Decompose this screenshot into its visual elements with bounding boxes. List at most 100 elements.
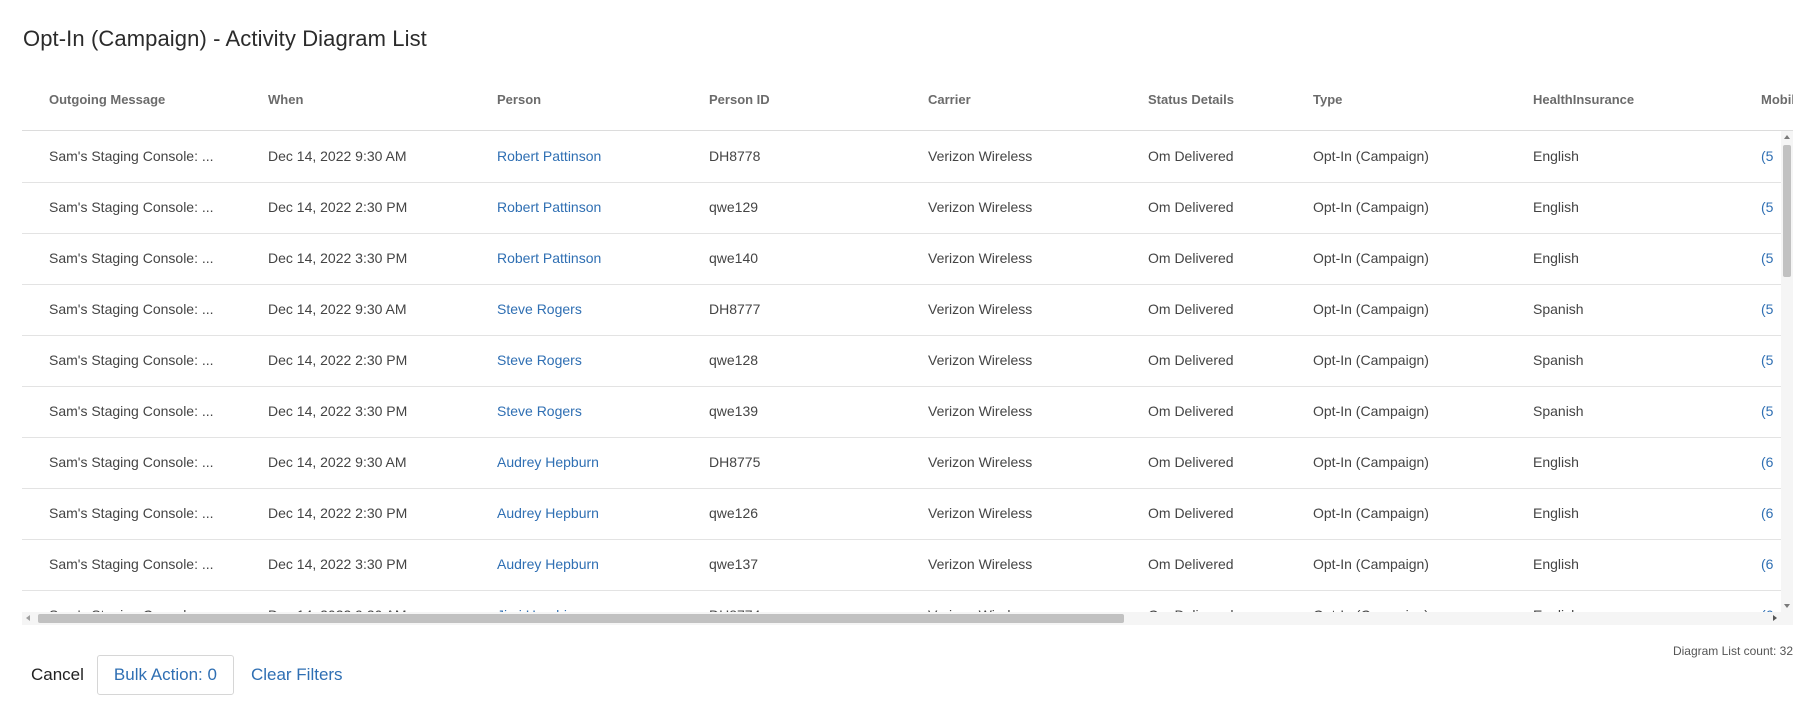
column-header-type[interactable]: Type: [1313, 78, 1513, 130]
cell-when: Dec 14, 2022 9:30 AM: [268, 148, 407, 164]
cell-type: Opt-In (Campaign): [1313, 403, 1429, 419]
cell-status-details: Om Delivered: [1148, 148, 1234, 164]
cell-person-link[interactable]: Audrey Hepburn: [497, 539, 697, 590]
footer-actions: Cancel Bulk Action: 0 Clear Filters: [31, 655, 343, 695]
table-row: Sam's Staging Console: ... Dec 14, 2022 …: [22, 335, 1781, 387]
cell-type: Opt-In (Campaign): [1313, 590, 1513, 612]
vertical-scrollbar[interactable]: [1781, 131, 1793, 612]
column-header-outgoing-message[interactable]: Outgoing Message: [49, 78, 239, 130]
cell-outgoing-message: Sam's Staging Console: ...: [49, 590, 239, 612]
cell-carrier: Verizon Wireless: [928, 301, 1033, 317]
bulk-action-button[interactable]: Bulk Action: 0: [96, 655, 234, 695]
cell-carrier: Verizon Wireless: [928, 590, 1128, 612]
cell-person-id: qwe128: [709, 352, 759, 368]
cell-when: Dec 14, 2022 3:30 PM: [268, 250, 408, 266]
cell-mobile-link[interactable]: (5: [1761, 233, 1781, 284]
horizontal-scroll-thumb[interactable]: [38, 614, 1124, 623]
cell-status-details: Om Delivered: [1148, 250, 1234, 266]
cell-outgoing-message: Sam's Staging Console: ...: [49, 403, 214, 419]
cell-health-insurance: Spanish: [1533, 301, 1584, 317]
diagram-list-count: Diagram List count: 32: [1672, 644, 1793, 658]
cell-type: Opt-In (Campaign): [1313, 301, 1429, 317]
cell-outgoing-message: Sam's Staging Console: ...: [49, 454, 214, 470]
cell-health-insurance: English: [1533, 556, 1579, 572]
table-row: Sam's Staging Console: ... Dec 14, 2022 …: [22, 131, 1781, 183]
cell-person-link[interactable]: Steve Rogers: [497, 284, 697, 335]
cell-when: Dec 14, 2022 2:30 PM: [268, 199, 408, 215]
column-header-when[interactable]: When: [268, 78, 468, 130]
cell-outgoing-message: Sam's Staging Console: ...: [49, 199, 214, 215]
cell-carrier: Verizon Wireless: [928, 250, 1033, 266]
vertical-scroll-thumb[interactable]: [1783, 145, 1791, 277]
cell-when: Dec 14, 2022 9:30 AM: [268, 590, 468, 612]
cell-person-link[interactable]: Audrey Hepburn: [497, 437, 697, 488]
cell-mobile-link[interactable]: (5: [1761, 284, 1781, 335]
cell-health-insurance: English: [1533, 454, 1579, 470]
column-header-carrier[interactable]: Carrier: [928, 78, 1128, 130]
grid-body: Sam's Staging Console: ... Dec 14, 2022 …: [22, 131, 1781, 612]
cell-person-link[interactable]: Robert Pattinson: [497, 182, 697, 233]
cell-status-details: Om Delivered: [1148, 454, 1234, 470]
cell-type: Opt-In (Campaign): [1313, 148, 1429, 164]
cell-when: Dec 14, 2022 3:30 PM: [268, 403, 408, 419]
cell-outgoing-message: Sam's Staging Console: ...: [49, 250, 214, 266]
scroll-up-arrow-icon[interactable]: [1784, 135, 1790, 139]
grid-header: Outgoing Message When Person Person ID C…: [22, 78, 1793, 131]
cell-type: Opt-In (Campaign): [1313, 352, 1429, 368]
cell-mobile-link[interactable]: (6: [1761, 539, 1781, 590]
cell-person-id: qwe137: [709, 556, 759, 572]
cell-status-details: Om Delivered: [1148, 590, 1308, 612]
cell-mobile-link[interactable]: (5: [1761, 335, 1781, 386]
column-header-mobile[interactable]: Mobile: [1761, 78, 1793, 130]
cell-mobile-link[interactable]: (6: [1761, 437, 1781, 488]
cell-person-id: qwe126: [709, 505, 759, 521]
table-row: Sam's Staging Console: ... Dec 14, 2022 …: [22, 386, 1781, 438]
cell-mobile-link[interactable]: (5: [1761, 182, 1781, 233]
cell-person-id: DH8777: [709, 301, 761, 317]
cell-person-id: qwe129: [709, 199, 759, 215]
clear-filters-button[interactable]: Clear Filters: [251, 665, 343, 685]
cell-when: Dec 14, 2022 3:30 PM: [268, 556, 408, 572]
cell-status-details: Om Delivered: [1148, 403, 1234, 419]
cell-mobile-link[interactable]: (5: [1761, 131, 1781, 182]
cell-carrier: Verizon Wireless: [928, 556, 1033, 572]
page-title: Opt-In (Campaign) - Activity Diagram Lis…: [23, 26, 427, 51]
cell-when: Dec 14, 2022 2:30 PM: [268, 505, 408, 521]
scroll-right-arrow-icon[interactable]: [1773, 615, 1777, 621]
diagram-list-grid: Outgoing Message When Person Person ID C…: [22, 78, 1793, 638]
cell-outgoing-message: Sam's Staging Console: ...: [49, 301, 214, 317]
cell-mobile-link[interactable]: (6: [1761, 488, 1781, 539]
cell-person-link[interactable]: Steve Rogers: [497, 335, 697, 386]
scroll-left-arrow-icon[interactable]: [26, 615, 30, 621]
column-header-status-details[interactable]: Status Details: [1148, 78, 1308, 130]
table-row: Sam's Staging Console: ... Dec 14, 2022 …: [22, 488, 1781, 540]
column-header-person[interactable]: Person: [497, 78, 697, 130]
cell-person-link[interactable]: Robert Pattinson: [497, 131, 697, 182]
cell-outgoing-message: Sam's Staging Console: ...: [49, 556, 214, 572]
table-row: Sam's Staging Console: ... Dec 14, 2022 …: [22, 284, 1781, 336]
cell-person-link[interactable]: Steve Rogers: [497, 386, 697, 437]
cell-status-details: Om Delivered: [1148, 505, 1234, 521]
cell-carrier: Verizon Wireless: [928, 505, 1033, 521]
cancel-button[interactable]: Cancel: [31, 665, 84, 685]
cell-person-link[interactable]: Robert Pattinson: [497, 233, 697, 284]
horizontal-scrollbar[interactable]: [22, 612, 1793, 625]
cell-mobile-link[interactable]: (5: [1761, 386, 1781, 437]
cell-outgoing-message: Sam's Staging Console: ...: [49, 505, 214, 521]
cell-status-details: Om Delivered: [1148, 199, 1234, 215]
cell-person-link[interactable]: Audrey Hepburn: [497, 488, 697, 539]
cell-person-id: qwe139: [709, 403, 759, 419]
cell-when: Dec 14, 2022 9:30 AM: [268, 454, 407, 470]
cell-carrier: Verizon Wireless: [928, 403, 1033, 419]
cell-carrier: Verizon Wireless: [928, 148, 1033, 164]
cell-health-insurance: Spanish: [1533, 352, 1584, 368]
table-row: Sam's Staging Console: ... Dec 14, 2022 …: [22, 437, 1781, 489]
scroll-down-arrow-icon[interactable]: [1784, 604, 1790, 608]
cell-outgoing-message: Sam's Staging Console: ...: [49, 352, 214, 368]
cell-carrier: Verizon Wireless: [928, 454, 1033, 470]
column-header-person-id[interactable]: Person ID: [709, 78, 889, 130]
cell-mobile-link[interactable]: (6: [1761, 590, 1781, 612]
table-row: Sam's Staging Console: ... Dec 14, 2022 …: [22, 182, 1781, 234]
cell-person-link[interactable]: Jimi Hendrix: [497, 590, 697, 612]
column-header-health-insurance[interactable]: HealthInsurance: [1533, 78, 1723, 130]
